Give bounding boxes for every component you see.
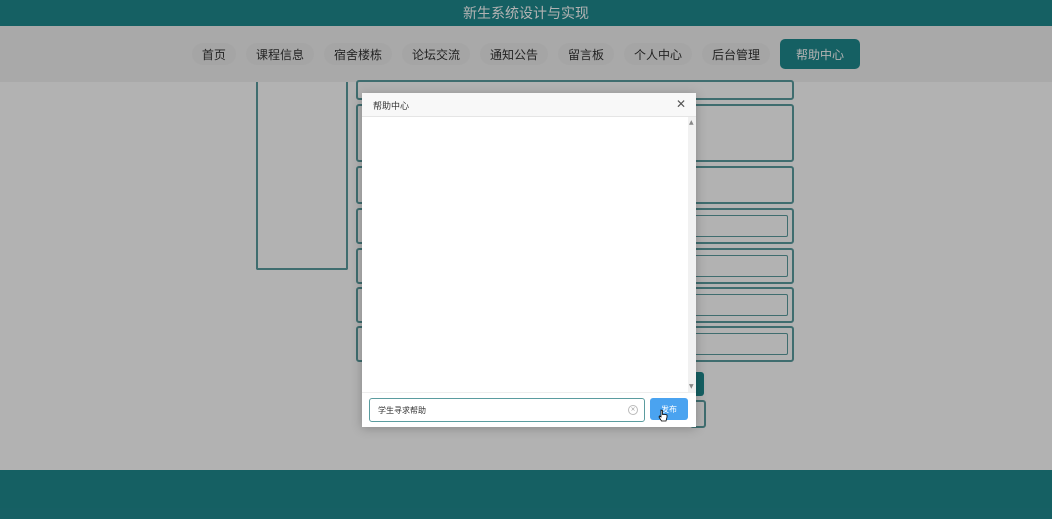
app-root: 新生系统设计与实现 首页 课程信息 宿舍楼栋 论坛交流 通知公告 留言板 个人中…: [0, 0, 1052, 519]
clear-icon[interactable]: ×: [628, 405, 638, 415]
help-center-dialog: 帮助中心 ✕ ▲ ▼ 学生寻求帮助 × 发布: [362, 93, 696, 427]
message-input-value: 学生寻求帮助: [378, 406, 426, 415]
message-input[interactable]: 学生寻求帮助 ×: [369, 398, 645, 422]
chat-message-area: [362, 117, 696, 392]
scroll-up-icon[interactable]: ▲: [689, 119, 694, 126]
dialog-header: 帮助中心 ✕: [362, 93, 696, 117]
pointer-cursor-icon: [658, 409, 668, 422]
dialog-title: 帮助中心: [373, 102, 410, 112]
scrollbar[interactable]: ▲ ▼: [688, 117, 696, 392]
close-icon[interactable]: ✕: [674, 97, 688, 111]
scroll-down-icon[interactable]: ▼: [689, 383, 694, 390]
send-button[interactable]: 发布: [650, 398, 688, 420]
dialog-footer: 学生寻求帮助 × 发布: [362, 392, 696, 427]
